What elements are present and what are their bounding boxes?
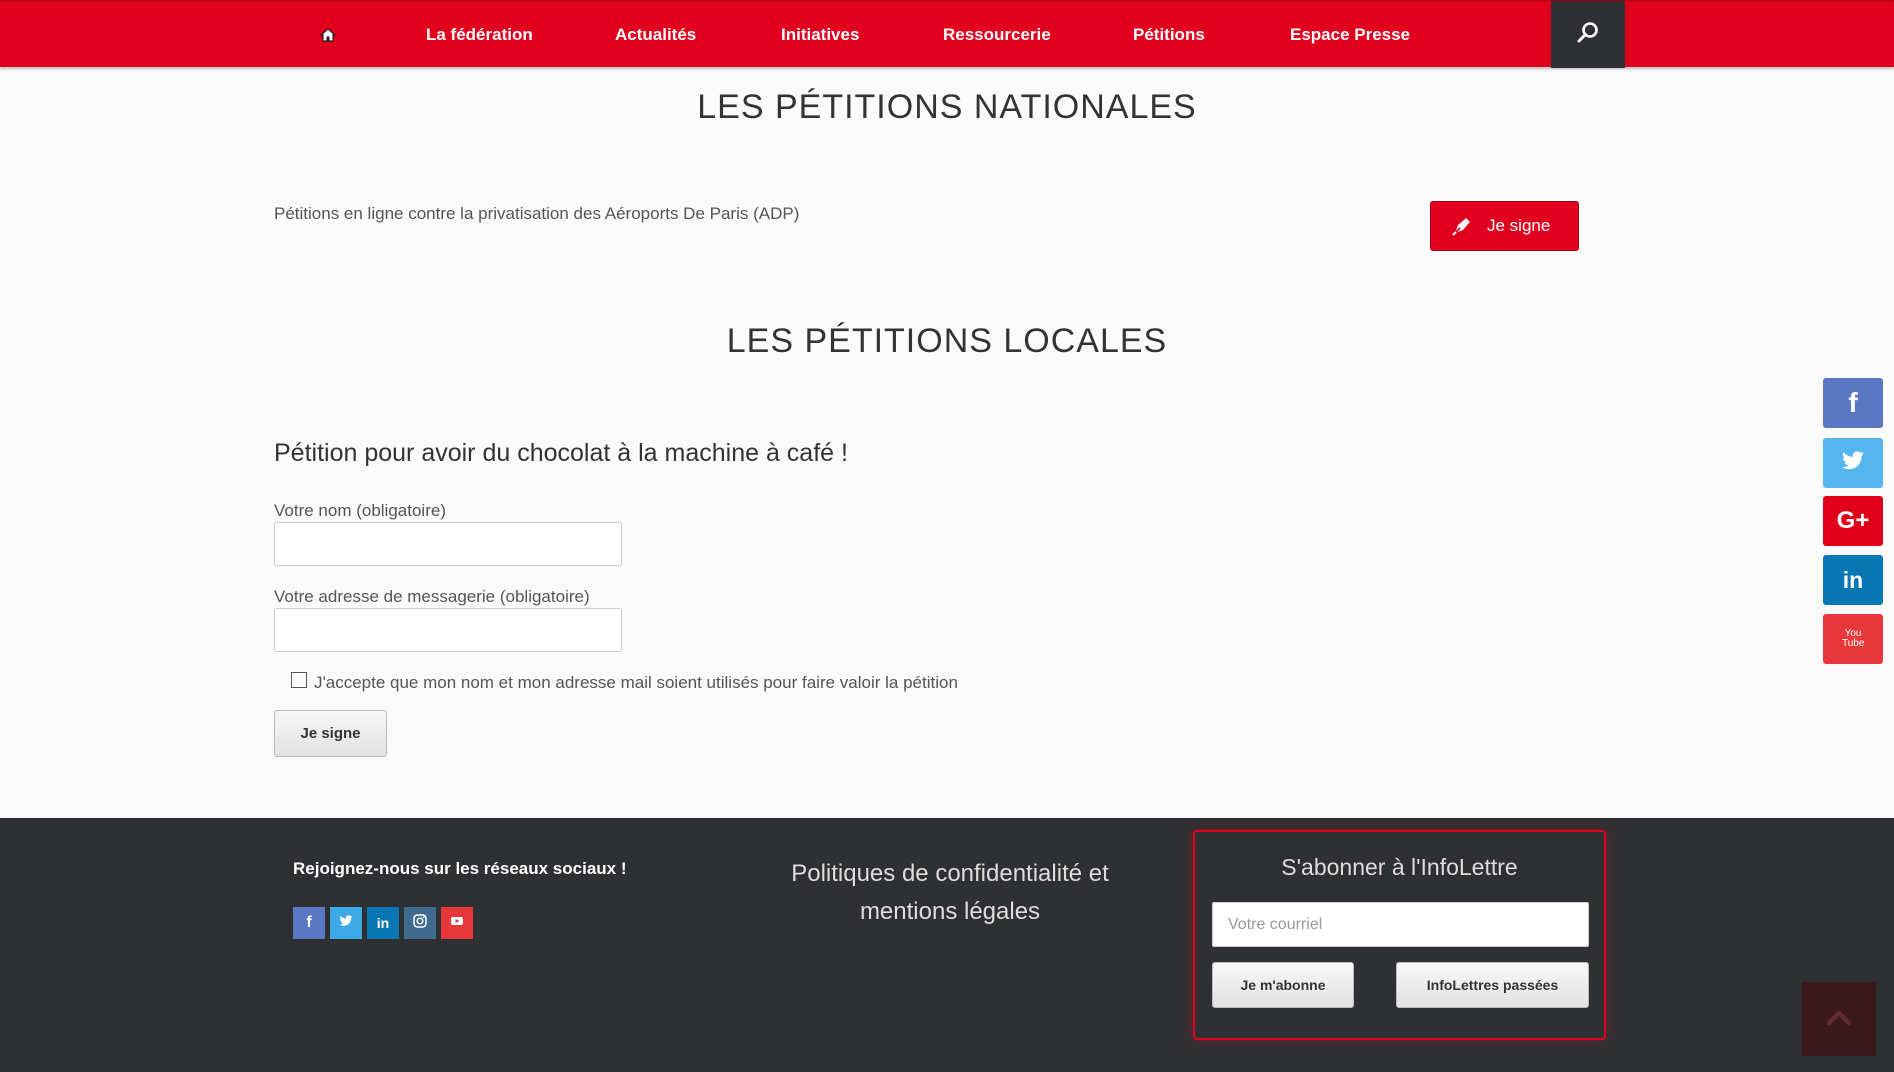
- newsletter-title: S'abonner à l'InfoLettre: [1281, 854, 1518, 880]
- youtube-icon: You Tube: [1842, 628, 1865, 649]
- linkedin-icon: in: [1842, 566, 1864, 593]
- page: La fédération Actualités Initiatives Res…: [0, 0, 1894, 1072]
- youtube-icon: [450, 914, 464, 933]
- email-input[interactable]: [274, 608, 622, 652]
- twitter-icon: [1841, 450, 1865, 476]
- search-button[interactable]: [1551, 1, 1625, 68]
- footer-twitter-button[interactable]: [330, 907, 362, 939]
- consent-label: J'accepte que mon nom et mon adresse mai…: [314, 673, 958, 692]
- side-linkedin-button[interactable]: in: [1823, 555, 1883, 605]
- footer-instagram-button[interactable]: [404, 907, 436, 939]
- national-petitions-title: LES PÉTITIONS NATIONALES: [697, 88, 1197, 126]
- local-sign-button[interactable]: Je signe: [274, 710, 387, 757]
- twitter-icon: [339, 914, 353, 932]
- chevron-up-icon: [1826, 1008, 1852, 1031]
- back-to-top-button[interactable]: [1802, 982, 1876, 1056]
- local-petitions-title: LES PÉTITIONS LOCALES: [726, 322, 1168, 360]
- local-petition-title: Pétition pour avoir du chocolat à la mac…: [274, 439, 848, 467]
- national-sign-label: Je signe: [1487, 216, 1551, 235]
- footer-legal-link[interactable]: Politiques de confidentialité et mention…: [760, 855, 1140, 931]
- footer-social-heading: Rejoignez-nous sur les réseaux sociaux !: [293, 859, 627, 878]
- pen-icon: [1451, 215, 1473, 237]
- nav-item-ressourcerie[interactable]: Ressourcerie: [943, 1, 1051, 68]
- email-field-label: Votre adresse de messagerie (obligatoire…: [274, 587, 590, 606]
- home-icon[interactable]: [316, 23, 340, 47]
- nav-item-federation[interactable]: La fédération: [426, 1, 533, 68]
- facebook-icon: f: [306, 914, 312, 931]
- footer-youtube-button[interactable]: [441, 907, 473, 939]
- newsletter-box: S'abonner à l'InfoLettre Je m'abonne Inf…: [1193, 830, 1606, 1040]
- nav-item-espace-presse[interactable]: Espace Presse: [1290, 1, 1410, 68]
- newsletter-archive-button[interactable]: InfoLettres passées: [1396, 962, 1589, 1008]
- side-youtube-button[interactable]: You Tube: [1823, 614, 1883, 664]
- name-input[interactable]: [274, 522, 622, 566]
- consent-checkbox[interactable]: [291, 672, 307, 688]
- linkedin-icon: in: [376, 915, 390, 931]
- name-field-label: Votre nom (obligatoire): [274, 501, 446, 520]
- side-google-plus-button[interactable]: G+: [1823, 496, 1883, 546]
- instagram-icon: [413, 913, 427, 933]
- nav-item-petitions[interactable]: Pétitions: [1133, 1, 1205, 68]
- newsletter-subscribe-button[interactable]: Je m'abonne: [1212, 962, 1354, 1008]
- facebook-icon: f: [1848, 387, 1858, 418]
- main-navigation: La fédération Actualités Initiatives Res…: [0, 0, 1894, 68]
- nav-item-initiatives[interactable]: Initiatives: [781, 1, 859, 68]
- national-petition-text: Pétitions en ligne contre la privatisati…: [274, 204, 800, 223]
- side-facebook-button[interactable]: f: [1823, 378, 1883, 428]
- national-sign-button[interactable]: Je signe: [1430, 201, 1579, 251]
- newsletter-email-input[interactable]: [1212, 902, 1589, 947]
- side-twitter-button[interactable]: [1823, 438, 1883, 488]
- footer-facebook-button[interactable]: f: [293, 907, 325, 939]
- footer-linkedin-button[interactable]: in: [367, 907, 399, 939]
- google-plus-icon: G+: [1836, 507, 1870, 534]
- nav-item-actualites[interactable]: Actualités: [615, 1, 696, 68]
- search-icon: [1576, 20, 1600, 49]
